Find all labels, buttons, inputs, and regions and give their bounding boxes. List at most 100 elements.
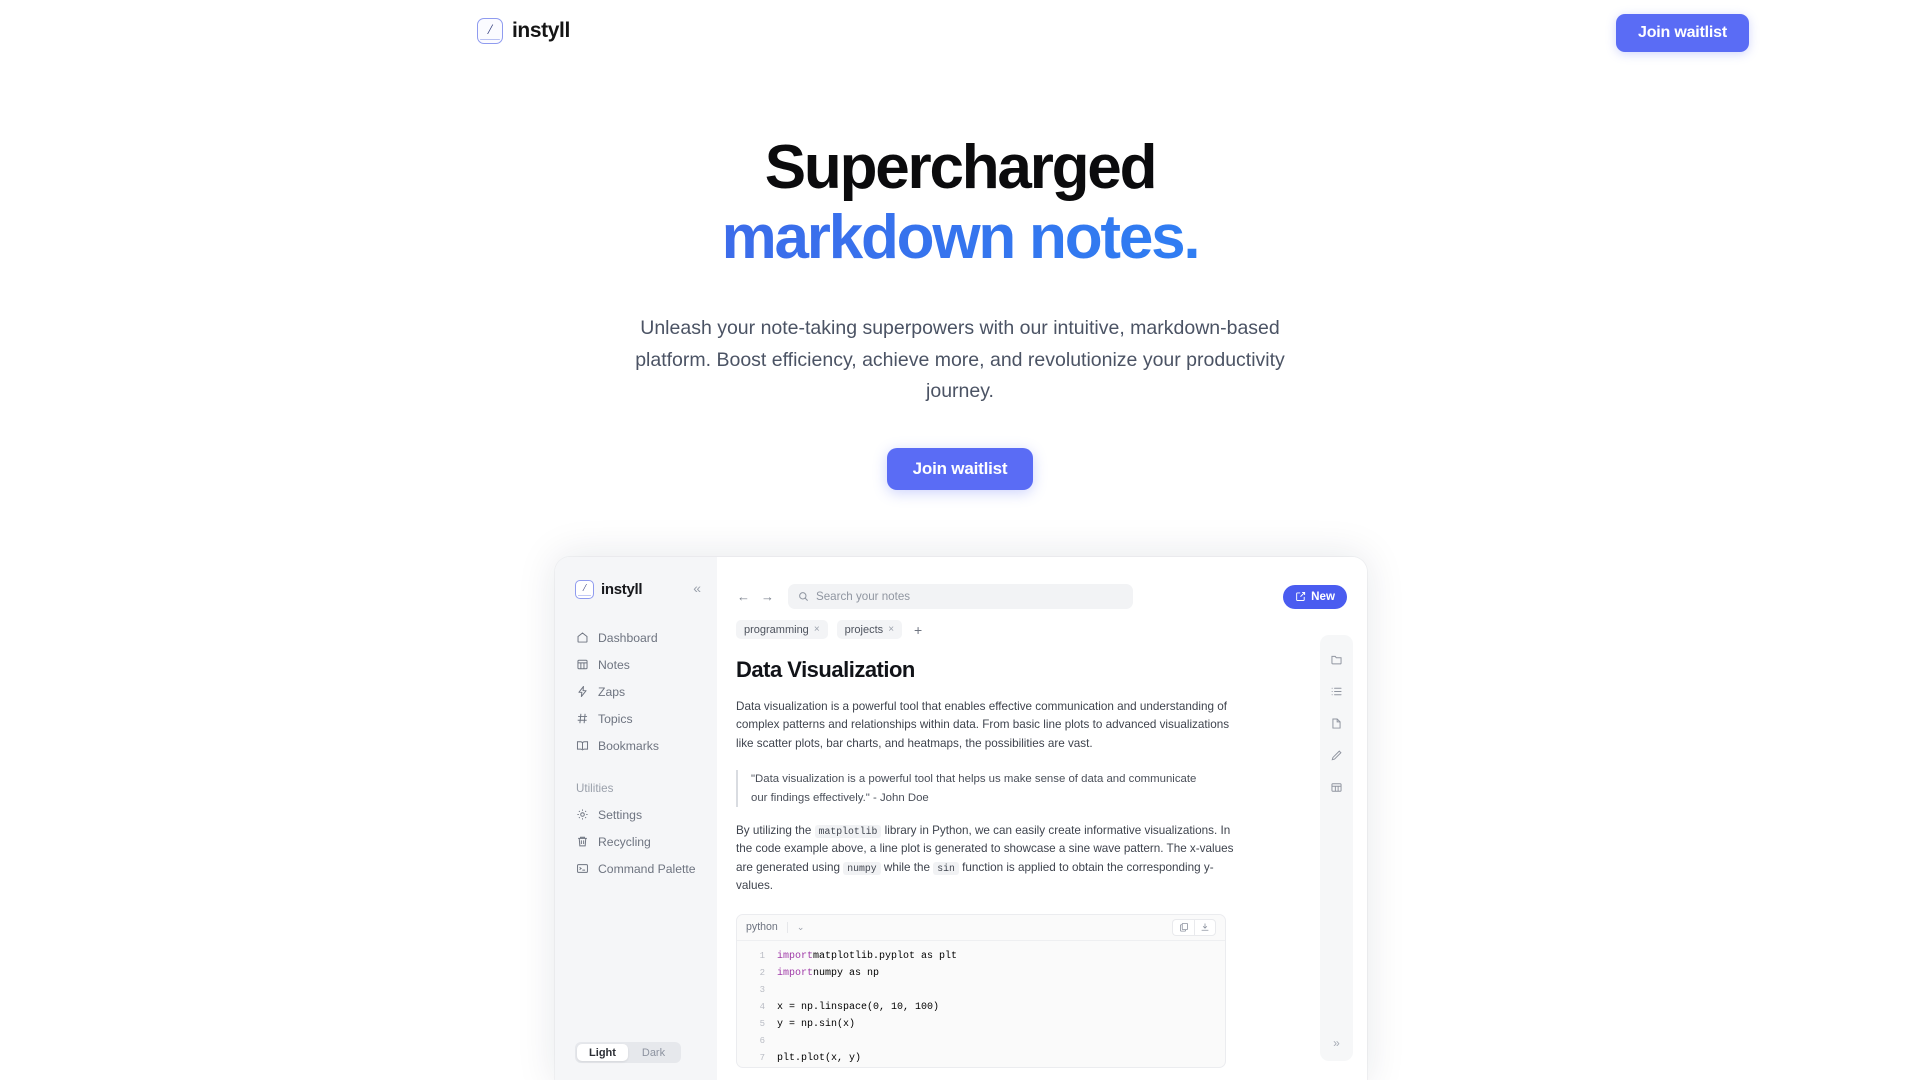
remove-tag-icon[interactable]: × [888,624,894,635]
note-title: Data Visualization [736,657,915,682]
line-number: 6 [759,1036,765,1047]
tag-projects[interactable]: projects × [836,620,903,639]
sidebar-item-label: Command Palette [598,861,696,876]
sidebar-item-label: Notes [598,657,630,672]
code-text: y = np.sin(x) [777,1018,856,1030]
book-icon [576,741,589,751]
sidebar-item-bookmarks[interactable]: Bookmarks [555,735,717,756]
sidebar-item-label: Topics [598,711,633,726]
search-icon [799,592,808,601]
trash-icon [578,836,587,847]
tag-label: programming [744,623,809,636]
sidebar-item-recycling[interactable]: Recycling [555,831,717,852]
code-block: python ⌄ 1 import matplotlib.pyplot as p… [736,913,1226,1068]
code-block-header: python ⌄ [737,914,1225,941]
collapse-sidebar-icon[interactable]: « [693,581,701,595]
app-sidebar: / instyll « Dashboard Notes Zaps Topics … [555,557,717,1080]
sidebar-item-command-palette[interactable]: Command Palette [555,858,717,879]
back-icon[interactable]: ← [736,589,751,604]
new-note-label: New [1311,590,1335,603]
sidebar-item-label: Recycling [598,834,651,849]
code-line: 6 [737,1033,1225,1050]
page-title: Supercharged markdown notes. [0,133,1920,273]
app-logo-slash-glyph: / [582,582,587,594]
right-tool-rail: » [1320,635,1353,1061]
code-text: matplotlib.pyplot as plt [813,950,958,962]
line-number: 5 [759,1019,765,1030]
expand-rail-icon[interactable]: » [1333,1036,1340,1050]
inline-code-sin: sin [933,861,959,875]
app-brand-name: instyll [601,581,643,598]
theme-option-light[interactable]: Light [577,1044,628,1061]
sidebar-item-label: Bookmarks [598,738,659,753]
sidebar-item-label: Zaps [598,684,626,699]
document-icon[interactable] [1325,711,1349,735]
code-line: 1 import matplotlib.pyplot as plt [737,948,1225,965]
list-icon[interactable] [1325,679,1349,703]
code-language-label: python [746,921,778,934]
folder-icon[interactable] [1325,647,1349,671]
table-icon[interactable] [1325,775,1349,799]
forward-icon[interactable]: → [760,589,775,604]
hero-join-waitlist-button[interactable]: Join waitlist [886,447,1034,490]
hero-section: Supercharged markdown notes. Unleash you… [0,0,1920,490]
sidebar-section-utilities-label: Utilities [576,782,614,795]
hero-subheadline: Unleash your note-taking superpowers wit… [635,317,1285,403]
gear-icon [577,809,588,820]
home-icon [577,632,588,643]
theme-toggle[interactable]: Light Dark [575,1042,681,1063]
code-keyword: import [777,950,814,962]
landing-page: / instyll Join waitlist Supercharged mar… [0,0,1920,1080]
code-line: 5 y = np.sin(x) [737,1016,1225,1033]
app-preview-window: / instyll « Dashboard Notes Zaps Topics … [555,557,1367,1080]
sidebar-main-nav: Dashboard Notes Zaps Topics Bookmarks [555,627,717,756]
headline-line-2: markdown notes. [0,203,1920,273]
code-block-body[interactable]: 1 import matplotlib.pyplot as plt 2 impo… [737,941,1225,1067]
code-text: x = np.linspace(0, 10, 100) [777,1001,940,1013]
terminal-icon [577,864,588,873]
line-number: 3 [759,985,765,996]
copy-icon[interactable] [1172,918,1194,936]
code-text: plt.plot(x, y) [777,1052,862,1064]
code-text: numpy as np [813,967,880,979]
code-block-actions [1172,918,1216,936]
compose-icon [1296,592,1306,601]
new-note-button[interactable]: New [1283,584,1347,609]
sidebar-item-dashboard[interactable]: Dashboard [555,627,717,648]
search-placeholder: Search your notes [816,590,911,603]
theme-option-dark[interactable]: Dark [628,1044,679,1061]
add-tag-icon[interactable]: + [911,623,925,637]
code-line: 7 plt.plot(x, y) [737,1050,1225,1067]
inline-code-matplotlib: matplotlib [814,824,882,838]
sidebar-item-topics[interactable]: Topics [555,708,717,729]
note-document: Data Visualization Data visualization is… [717,639,1237,1068]
sidebar-utilities-nav: Settings Recycling Command Palette [555,804,717,879]
code-line: 2 import numpy as np [737,965,1225,982]
sidebar-item-settings[interactable]: Settings [555,804,717,825]
paragraph-2-text-1: By utilizing the [736,823,812,837]
code-keyword: import [777,967,814,979]
sidebar-item-notes[interactable]: Notes [555,654,717,675]
tag-label: projects [844,623,884,636]
download-icon[interactable] [1194,918,1216,936]
note-blockquote: "Data visualization is a powerful tool t… [736,770,1206,807]
grid-icon [577,659,588,670]
app-main-area: ← → Search your notes New programming × … [717,557,1367,1080]
sidebar-item-zaps[interactable]: Zaps [555,681,717,702]
chevron-down-icon[interactable]: ⌄ [786,921,804,933]
pencil-icon[interactable] [1325,743,1349,767]
line-number: 1 [759,951,765,962]
remove-tag-icon[interactable]: × [814,624,820,635]
tags-row: programming × projects × + [717,614,1367,639]
code-line: 4 x = np.linspace(0, 10, 100) [737,999,1225,1016]
line-number: 4 [759,1002,765,1013]
sidebar-item-label: Dashboard [598,630,658,645]
code-line: 3 [737,982,1225,999]
sidebar-item-label: Settings [598,807,643,822]
app-logo[interactable]: / instyll « [555,580,717,599]
search-input[interactable]: Search your notes [788,584,1133,609]
tag-programming[interactable]: programming × [736,620,828,639]
lightning-icon [578,685,587,698]
app-instyll-logo-icon: / [575,580,594,599]
paragraph-2-text-3: while the [883,860,931,874]
